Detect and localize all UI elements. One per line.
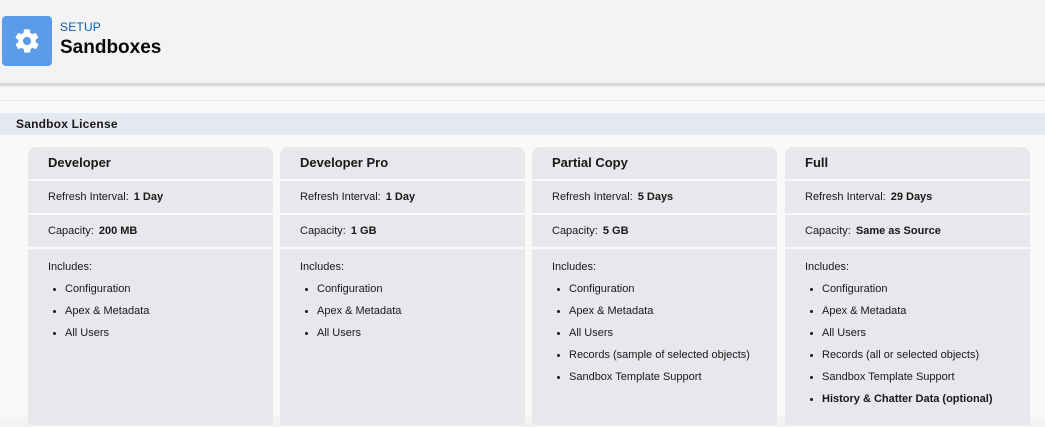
refresh-interval-label: Refresh Interval: bbox=[552, 191, 633, 203]
refresh-interval-row: Refresh Interval: 29 Days bbox=[785, 181, 1030, 213]
list-item: Apex & Metadata bbox=[552, 300, 777, 322]
capacity-value: 5 GB bbox=[602, 225, 629, 237]
capacity-row: Capacity: 5 GB bbox=[532, 215, 777, 247]
page-title: Sandboxes bbox=[60, 37, 162, 58]
refresh-interval-value: 1 Day bbox=[385, 191, 416, 203]
capacity-value: Same as Source bbox=[855, 225, 941, 237]
header-divider bbox=[0, 88, 1045, 101]
list-item: Apex & Metadata bbox=[300, 300, 525, 322]
list-item: Configuration bbox=[48, 278, 273, 300]
includes-list: Configuration Apex & Metadata All Users bbox=[300, 278, 525, 344]
list-item: Records (all or selected objects) bbox=[805, 344, 1030, 366]
includes-label: Includes: bbox=[48, 261, 93, 273]
list-item: All Users bbox=[300, 322, 525, 344]
list-item: All Users bbox=[48, 322, 273, 344]
list-item: Sandbox Template Support bbox=[552, 366, 777, 388]
includes-label: Includes: bbox=[552, 261, 597, 273]
refresh-interval-value: 1 Day bbox=[133, 191, 164, 203]
list-item: Configuration bbox=[300, 278, 525, 300]
refresh-interval-row: Refresh Interval: 5 Days bbox=[532, 181, 777, 213]
license-card-partial-copy: Partial Copy Refresh Interval: 5 Days Cap… bbox=[532, 147, 777, 427]
includes-section: Includes: Configuration Apex & Metadata … bbox=[532, 249, 777, 425]
card-title: Partial Copy bbox=[532, 147, 777, 179]
list-item: History & Chatter Data (optional) bbox=[805, 388, 1030, 410]
refresh-interval-row: Refresh Interval: 1 Day bbox=[28, 181, 273, 213]
includes-section: Includes: Configuration Apex & Metadata … bbox=[28, 249, 273, 425]
refresh-interval-label: Refresh Interval: bbox=[48, 191, 129, 203]
refresh-interval-value: 29 Days bbox=[890, 191, 933, 203]
list-item: Sandbox Template Support bbox=[805, 366, 1030, 388]
refresh-interval-label: Refresh Interval: bbox=[805, 191, 886, 203]
section-header-sandbox-license: Sandbox License bbox=[0, 113, 1045, 135]
license-card-developer: Developer Refresh Interval: 1 Day Capacit… bbox=[28, 147, 273, 427]
card-title: Developer Pro bbox=[280, 147, 525, 179]
list-item: Apex & Metadata bbox=[805, 300, 1030, 322]
includes-section: Includes: Configuration Apex & Metadata … bbox=[785, 249, 1030, 425]
refresh-interval-value: 5 Days bbox=[637, 191, 674, 203]
capacity-label: Capacity: bbox=[552, 225, 598, 237]
capacity-value: 200 MB bbox=[98, 225, 138, 237]
breadcrumb[interactable]: SETUP bbox=[60, 20, 101, 34]
card-title: Full bbox=[785, 147, 1030, 179]
includes-list: Configuration Apex & Metadata All Users bbox=[48, 278, 273, 344]
includes-label: Includes: bbox=[805, 261, 850, 273]
includes-section: Includes: Configuration Apex & Metadata … bbox=[280, 249, 525, 425]
list-item: All Users bbox=[552, 322, 777, 344]
card-title: Developer bbox=[28, 147, 273, 179]
setup-app-icon bbox=[2, 16, 52, 66]
capacity-value: 1 GB bbox=[350, 225, 377, 237]
list-item: Configuration bbox=[805, 278, 1030, 300]
list-item: Records (sample of selected objects) bbox=[552, 344, 777, 366]
capacity-row: Capacity: 1 GB bbox=[280, 215, 525, 247]
includes-list: Configuration Apex & Metadata All Users … bbox=[552, 278, 777, 388]
license-card-developer-pro: Developer Pro Refresh Interval: 1 Day Cap… bbox=[280, 147, 525, 427]
list-item: All Users bbox=[805, 322, 1030, 344]
capacity-label: Capacity: bbox=[300, 225, 346, 237]
refresh-interval-label: Refresh Interval: bbox=[300, 191, 381, 203]
list-item: Configuration bbox=[552, 278, 777, 300]
capacity-row: Capacity: 200 MB bbox=[28, 215, 273, 247]
capacity-row: Capacity: Same as Source bbox=[785, 215, 1030, 247]
refresh-interval-row: Refresh Interval: 1 Day bbox=[280, 181, 525, 213]
page-header: SETUP Sandboxes bbox=[0, 0, 1045, 86]
license-card-full: Full Refresh Interval: 29 Days Capacity: S… bbox=[785, 147, 1030, 427]
capacity-label: Capacity: bbox=[48, 225, 94, 237]
list-item: Apex & Metadata bbox=[48, 300, 273, 322]
includes-label: Includes: bbox=[300, 261, 345, 273]
includes-list: Configuration Apex & Metadata All Users … bbox=[805, 278, 1030, 410]
gear-icon bbox=[15, 29, 39, 53]
capacity-label: Capacity: bbox=[805, 225, 851, 237]
